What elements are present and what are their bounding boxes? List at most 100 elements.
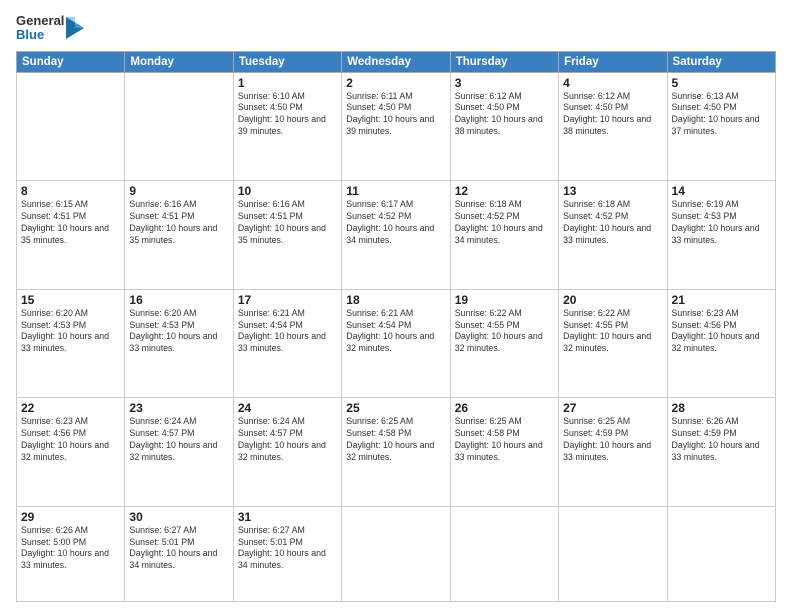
- day-info: Sunrise: 6:27 AM Sunset: 5:01 PM Dayligh…: [238, 525, 337, 573]
- weekday-header-thursday: Thursday: [450, 51, 558, 72]
- calendar-cell: [667, 506, 775, 601]
- day-number: 16: [129, 293, 228, 307]
- calendar-cell: [559, 506, 667, 601]
- calendar-cell: 11Sunrise: 6:17 AM Sunset: 4:52 PM Dayli…: [342, 181, 450, 290]
- weekday-header-friday: Friday: [559, 51, 667, 72]
- day-number: 25: [346, 401, 445, 415]
- calendar-cell: 15Sunrise: 6:20 AM Sunset: 4:53 PM Dayli…: [17, 289, 125, 398]
- calendar-cell: 4Sunrise: 6:12 AM Sunset: 4:50 PM Daylig…: [559, 72, 667, 181]
- header: General Blue: [16, 14, 776, 43]
- logo-container: General Blue: [16, 14, 84, 43]
- logo-text-area: General Blue: [16, 14, 64, 43]
- calendar-cell: 3Sunrise: 6:12 AM Sunset: 4:50 PM Daylig…: [450, 72, 558, 181]
- calendar-cell: 19Sunrise: 6:22 AM Sunset: 4:55 PM Dayli…: [450, 289, 558, 398]
- calendar-cell: 5Sunrise: 6:13 AM Sunset: 4:50 PM Daylig…: [667, 72, 775, 181]
- calendar-cell: 28Sunrise: 6:26 AM Sunset: 4:59 PM Dayli…: [667, 398, 775, 507]
- calendar-cell: 8Sunrise: 6:15 AM Sunset: 4:51 PM Daylig…: [17, 181, 125, 290]
- calendar-week-1: 1Sunrise: 6:10 AM Sunset: 4:50 PM Daylig…: [17, 72, 776, 181]
- day-info: Sunrise: 6:23 AM Sunset: 4:56 PM Dayligh…: [21, 416, 120, 464]
- calendar-cell: 25Sunrise: 6:25 AM Sunset: 4:58 PM Dayli…: [342, 398, 450, 507]
- calendar-cell: 2Sunrise: 6:11 AM Sunset: 4:50 PM Daylig…: [342, 72, 450, 181]
- day-number: 24: [238, 401, 337, 415]
- calendar-cell: [450, 506, 558, 601]
- calendar-week-4: 22Sunrise: 6:23 AM Sunset: 4:56 PM Dayli…: [17, 398, 776, 507]
- calendar-cell: 22Sunrise: 6:23 AM Sunset: 4:56 PM Dayli…: [17, 398, 125, 507]
- weekday-header-wednesday: Wednesday: [342, 51, 450, 72]
- weekday-header-row: SundayMondayTuesdayWednesdayThursdayFrid…: [17, 51, 776, 72]
- day-number: 30: [129, 510, 228, 524]
- weekday-header-saturday: Saturday: [667, 51, 775, 72]
- day-number: 29: [21, 510, 120, 524]
- day-info: Sunrise: 6:26 AM Sunset: 4:59 PM Dayligh…: [672, 416, 771, 464]
- day-info: Sunrise: 6:18 AM Sunset: 4:52 PM Dayligh…: [563, 199, 662, 247]
- day-number: 11: [346, 184, 445, 198]
- day-info: Sunrise: 6:12 AM Sunset: 4:50 PM Dayligh…: [455, 91, 554, 139]
- day-info: Sunrise: 6:25 AM Sunset: 4:58 PM Dayligh…: [346, 416, 445, 464]
- day-number: 2: [346, 76, 445, 90]
- calendar-cell: 14Sunrise: 6:19 AM Sunset: 4:53 PM Dayli…: [667, 181, 775, 290]
- day-info: Sunrise: 6:15 AM Sunset: 4:51 PM Dayligh…: [21, 199, 120, 247]
- day-number: 15: [21, 293, 120, 307]
- calendar-cell: 1Sunrise: 6:10 AM Sunset: 4:50 PM Daylig…: [233, 72, 341, 181]
- calendar-cell: 21Sunrise: 6:23 AM Sunset: 4:56 PM Dayli…: [667, 289, 775, 398]
- calendar-cell: [17, 72, 125, 181]
- calendar-cell: 31Sunrise: 6:27 AM Sunset: 5:01 PM Dayli…: [233, 506, 341, 601]
- day-info: Sunrise: 6:26 AM Sunset: 5:00 PM Dayligh…: [21, 525, 120, 573]
- calendar-cell: 12Sunrise: 6:18 AM Sunset: 4:52 PM Dayli…: [450, 181, 558, 290]
- day-number: 28: [672, 401, 771, 415]
- logo-arrow-icon: [66, 17, 84, 39]
- day-number: 31: [238, 510, 337, 524]
- calendar-cell: 10Sunrise: 6:16 AM Sunset: 4:51 PM Dayli…: [233, 181, 341, 290]
- day-number: 14: [672, 184, 771, 198]
- day-number: 23: [129, 401, 228, 415]
- day-info: Sunrise: 6:10 AM Sunset: 4:50 PM Dayligh…: [238, 91, 337, 139]
- day-number: 21: [672, 293, 771, 307]
- calendar-cell: 20Sunrise: 6:22 AM Sunset: 4:55 PM Dayli…: [559, 289, 667, 398]
- day-number: 22: [21, 401, 120, 415]
- day-number: 8: [21, 184, 120, 198]
- day-info: Sunrise: 6:18 AM Sunset: 4:52 PM Dayligh…: [455, 199, 554, 247]
- day-info: Sunrise: 6:11 AM Sunset: 4:50 PM Dayligh…: [346, 91, 445, 139]
- day-info: Sunrise: 6:25 AM Sunset: 4:58 PM Dayligh…: [455, 416, 554, 464]
- calendar-cell: 9Sunrise: 6:16 AM Sunset: 4:51 PM Daylig…: [125, 181, 233, 290]
- calendar-cell: 13Sunrise: 6:18 AM Sunset: 4:52 PM Dayli…: [559, 181, 667, 290]
- day-number: 5: [672, 76, 771, 90]
- calendar-cell: 27Sunrise: 6:25 AM Sunset: 4:59 PM Dayli…: [559, 398, 667, 507]
- day-number: 17: [238, 293, 337, 307]
- day-info: Sunrise: 6:24 AM Sunset: 4:57 PM Dayligh…: [238, 416, 337, 464]
- day-number: 13: [563, 184, 662, 198]
- calendar-week-5: 29Sunrise: 6:26 AM Sunset: 5:00 PM Dayli…: [17, 506, 776, 601]
- day-number: 20: [563, 293, 662, 307]
- weekday-header-sunday: Sunday: [17, 51, 125, 72]
- calendar-cell: 30Sunrise: 6:27 AM Sunset: 5:01 PM Dayli…: [125, 506, 233, 601]
- day-info: Sunrise: 6:13 AM Sunset: 4:50 PM Dayligh…: [672, 91, 771, 139]
- day-info: Sunrise: 6:22 AM Sunset: 4:55 PM Dayligh…: [455, 308, 554, 356]
- day-info: Sunrise: 6:19 AM Sunset: 4:53 PM Dayligh…: [672, 199, 771, 247]
- day-number: 3: [455, 76, 554, 90]
- weekday-header-tuesday: Tuesday: [233, 51, 341, 72]
- calendar-week-3: 15Sunrise: 6:20 AM Sunset: 4:53 PM Dayli…: [17, 289, 776, 398]
- day-number: 10: [238, 184, 337, 198]
- day-info: Sunrise: 6:21 AM Sunset: 4:54 PM Dayligh…: [238, 308, 337, 356]
- day-info: Sunrise: 6:20 AM Sunset: 4:53 PM Dayligh…: [129, 308, 228, 356]
- calendar-cell: 17Sunrise: 6:21 AM Sunset: 4:54 PM Dayli…: [233, 289, 341, 398]
- calendar-cell: 26Sunrise: 6:25 AM Sunset: 4:58 PM Dayli…: [450, 398, 558, 507]
- day-info: Sunrise: 6:23 AM Sunset: 4:56 PM Dayligh…: [672, 308, 771, 356]
- logo-blue: Blue: [16, 28, 64, 42]
- calendar-cell: 18Sunrise: 6:21 AM Sunset: 4:54 PM Dayli…: [342, 289, 450, 398]
- day-number: 12: [455, 184, 554, 198]
- calendar-week-2: 8Sunrise: 6:15 AM Sunset: 4:51 PM Daylig…: [17, 181, 776, 290]
- logo: General Blue: [16, 14, 84, 43]
- day-info: Sunrise: 6:25 AM Sunset: 4:59 PM Dayligh…: [563, 416, 662, 464]
- calendar-cell: 23Sunrise: 6:24 AM Sunset: 4:57 PM Dayli…: [125, 398, 233, 507]
- page: General Blue SundayMondayTuesdayWednesda…: [0, 0, 792, 612]
- calendar-cell: 24Sunrise: 6:24 AM Sunset: 4:57 PM Dayli…: [233, 398, 341, 507]
- calendar-cell: 16Sunrise: 6:20 AM Sunset: 4:53 PM Dayli…: [125, 289, 233, 398]
- day-number: 9: [129, 184, 228, 198]
- day-number: 4: [563, 76, 662, 90]
- calendar-table: SundayMondayTuesdayWednesdayThursdayFrid…: [16, 51, 776, 602]
- day-info: Sunrise: 6:20 AM Sunset: 4:53 PM Dayligh…: [21, 308, 120, 356]
- day-info: Sunrise: 6:24 AM Sunset: 4:57 PM Dayligh…: [129, 416, 228, 464]
- day-info: Sunrise: 6:21 AM Sunset: 4:54 PM Dayligh…: [346, 308, 445, 356]
- day-info: Sunrise: 6:16 AM Sunset: 4:51 PM Dayligh…: [238, 199, 337, 247]
